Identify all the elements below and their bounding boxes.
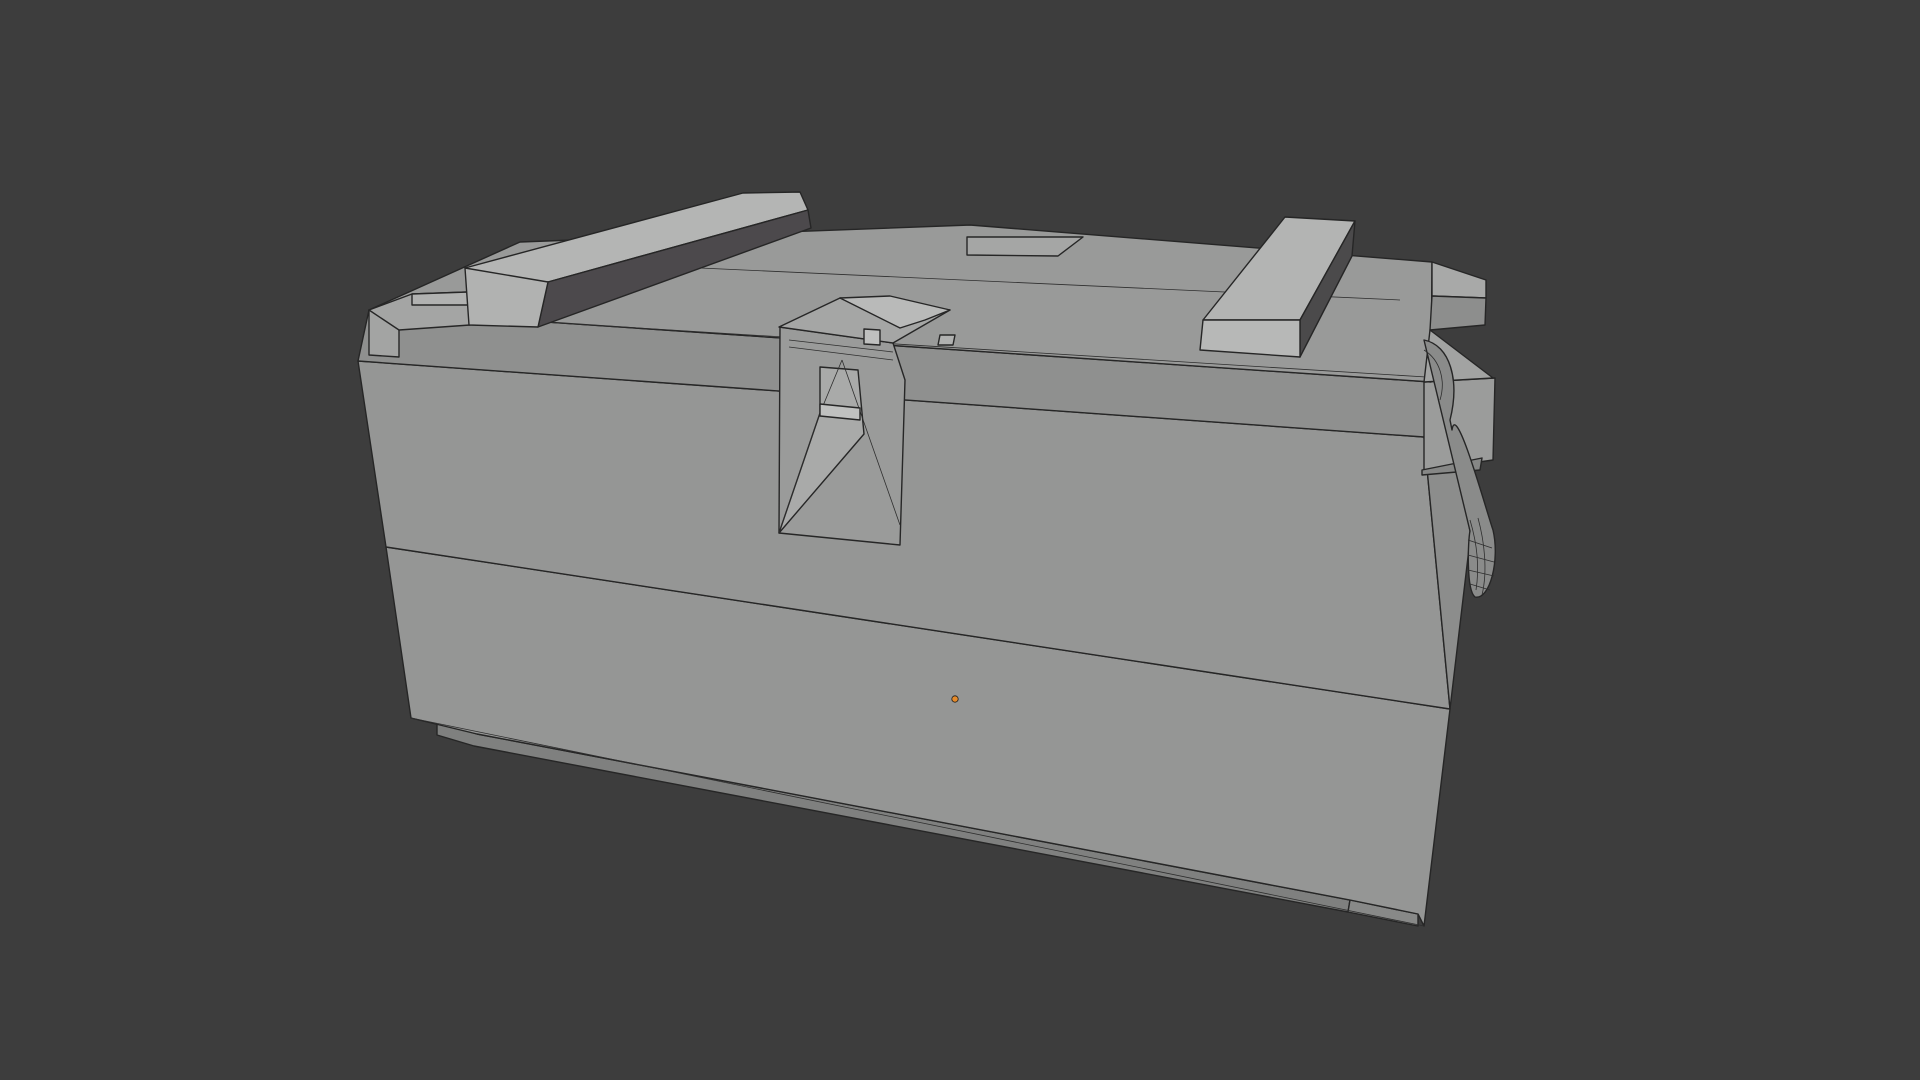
crate-model[interactable] [357, 191, 1496, 927]
viewport-canvas[interactable]: .e { stroke: #262626; stroke-width: 1.4;… [0, 0, 1920, 1080]
3d-viewport[interactable]: .e { stroke: #262626; stroke-width: 1.4;… [0, 0, 1920, 1080]
object-origin-marker[interactable] [951, 695, 959, 703]
